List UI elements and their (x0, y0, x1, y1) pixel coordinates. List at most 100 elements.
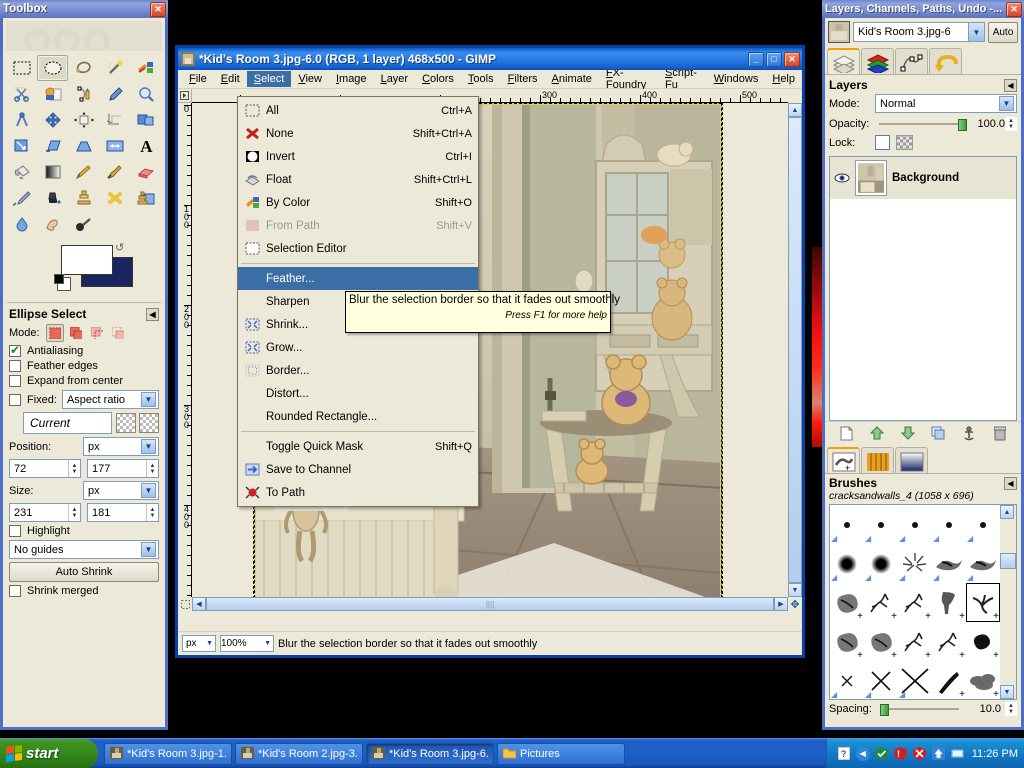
fixed-aspect-select[interactable]: Aspect ratio ▼ (61, 390, 159, 409)
menu-item-save-to-channel[interactable]: Save to Channel (238, 458, 478, 481)
blend-mode-select[interactable]: Normal ▼ (875, 94, 1017, 113)
menu-item-to-path[interactable]: To Path (238, 481, 478, 504)
menu-select[interactable]: Select (246, 71, 292, 87)
spacing-knob[interactable] (879, 704, 889, 716)
minimize-button[interactable]: _ (748, 51, 764, 67)
menu-item-all[interactable]: All Ctrl+A (238, 99, 478, 122)
size-height-stepper[interactable]: ▲ ▼ (146, 504, 158, 521)
brush-cell[interactable]: + (864, 622, 898, 661)
position-x-stepper[interactable]: ▲ ▼ (68, 460, 80, 477)
brush-cell[interactable]: ◢ (966, 544, 1000, 583)
brush-scroll-thumb[interactable] (1000, 553, 1016, 569)
highlight-checkbox[interactable] (9, 525, 21, 537)
blur-sharpen-tool[interactable] (6, 211, 37, 237)
lower-layer-icon[interactable] (899, 425, 917, 441)
menu-item-by-color[interactable]: By Color Shift+O (238, 191, 478, 214)
landscape-orientation-button[interactable] (139, 413, 159, 433)
menu-item-feather[interactable]: Feather... (238, 267, 478, 290)
unit-select[interactable]: px ▼ (182, 635, 216, 652)
opacity-stepper[interactable]: ▲ ▼ (1005, 117, 1017, 131)
raise-layer-icon[interactable] (868, 425, 886, 441)
brush-cell[interactable]: ◢ (932, 505, 966, 544)
eye-icon[interactable] (834, 172, 850, 184)
crop-tool[interactable] (100, 107, 131, 133)
auto-shrink-button[interactable]: Auto Shrink (9, 562, 159, 582)
by-color-select-tool[interactable] (131, 55, 162, 81)
menu-item-from-path[interactable]: From Path Shift+V (238, 214, 478, 237)
color-area[interactable]: ↺ (3, 241, 165, 299)
opacity-slider[interactable] (879, 119, 967, 131)
delete-layer-icon[interactable] (991, 425, 1009, 441)
gradients-tab[interactable] (895, 447, 928, 473)
vertical-ruler[interactable]: 0 100 200 300 400 (178, 103, 192, 597)
brushes-panel-menu-icon[interactable]: ◀ (1004, 476, 1017, 490)
brush-cell[interactable]: + (830, 583, 864, 622)
shrink-merged-row[interactable]: Shrink merged (9, 585, 159, 597)
mode-subtract-button[interactable] (88, 324, 106, 342)
brush-cell[interactable]: + (898, 622, 932, 661)
brush-cell[interactable]: ◢ (830, 661, 864, 700)
menu-item-toggle-quick-mask[interactable]: Toggle Quick Mask Shift+Q (238, 435, 478, 458)
brushes-tab[interactable]: + (827, 447, 860, 473)
expand-from-center-checkbox[interactable] (9, 375, 21, 387)
expand-from-center-row[interactable]: Expand from center (9, 375, 159, 387)
menu-image[interactable]: Image (329, 71, 374, 87)
menu-item-float[interactable]: Float Shift+Ctrl+L (238, 168, 478, 191)
menu-item-grow[interactable]: Grow... (238, 336, 478, 359)
size-width-input[interactable]: 231 ▲ ▼ (9, 503, 81, 522)
start-button[interactable]: start (0, 738, 98, 768)
new-layer-icon[interactable] (837, 425, 855, 441)
free-select-tool[interactable] (68, 55, 99, 81)
brush-grid-container[interactable]: ◢ ◢ ◢ ◢ ◢ ◢ ◢ ◢ ◢ ◢ + + + + + + + + + + ◢ ◢ ◢ + + ▲ ▼ (829, 504, 1017, 700)
brush-cell[interactable]: + (966, 661, 1000, 700)
shield-icon[interactable] (875, 747, 889, 761)
guides-select[interactable]: No guides ▼ (9, 540, 159, 559)
navigation-preview-button[interactable]: ✥ (788, 597, 802, 611)
foreground-select-tool[interactable] (37, 81, 68, 107)
scroll-down-button[interactable]: ▼ (788, 583, 802, 597)
close-button[interactable]: ✕ (784, 51, 800, 67)
antialiasing-checkbox[interactable] (9, 343, 21, 357)
security-alert-icon[interactable]: ! (894, 747, 908, 761)
maximize-button[interactable]: □ (766, 51, 782, 67)
vertical-scrollbar[interactable]: ▲ ▼ (788, 103, 802, 597)
network-icon[interactable] (951, 747, 965, 761)
position-x-input[interactable]: 72 ▲ ▼ (9, 459, 81, 478)
brush-cell[interactable]: + (898, 583, 932, 622)
mode-add-button[interactable] (67, 324, 85, 342)
image-select-combo[interactable]: Kid's Room 3.jpg-6 ▼ (853, 22, 985, 42)
brush-cell[interactable]: + (966, 622, 1000, 661)
mode-intersect-button[interactable] (109, 324, 127, 342)
dodge-burn-tool[interactable] (68, 211, 99, 237)
position-y-input[interactable]: 177 ▲ ▼ (87, 459, 159, 478)
reset-colors-icon[interactable] (54, 274, 71, 291)
menu-colors[interactable]: Colors (415, 71, 461, 87)
layers-tab[interactable] (827, 48, 860, 74)
size-height-input[interactable]: 181 ▲ ▼ (87, 503, 159, 522)
color-picker-tool[interactable] (100, 81, 131, 107)
brush-cell[interactable]: ◢ (830, 544, 864, 583)
virus-icon[interactable] (913, 747, 927, 761)
brush-cell[interactable]: ◢ (898, 661, 932, 700)
align-tool[interactable] (68, 107, 99, 133)
vertical-scroll-thumb[interactable] (788, 117, 802, 583)
heal-tool[interactable] (100, 185, 131, 211)
airbrush-tool[interactable] (6, 185, 37, 211)
menu-item-none[interactable]: None Shift+Ctrl+A (238, 122, 478, 145)
taskbar-item[interactable]: *Kid's Room 2.jpg-3.... (235, 742, 363, 765)
brush-scrollbar[interactable]: ▲ ▼ (1000, 505, 1016, 699)
brush-cell[interactable]: ◢ (966, 505, 1000, 544)
flip-tool[interactable] (100, 133, 131, 159)
perspective-clone-tool[interactable] (131, 185, 162, 211)
brush-cell[interactable]: ◢ (864, 505, 898, 544)
paintbrush-tool[interactable] (100, 159, 131, 185)
taskbar-item[interactable]: Pictures (497, 742, 625, 765)
scroll-right-button[interactable]: ▶ (774, 597, 788, 611)
zoom-tool[interactable] (131, 81, 162, 107)
swap-colors-icon[interactable]: ↺ (115, 241, 124, 254)
shrink-merged-checkbox[interactable] (9, 585, 21, 597)
paths-tab[interactable] (895, 48, 928, 74)
horizontal-scroll-thumb[interactable]: |||| (206, 597, 774, 611)
taskbar-item[interactable]: *Kid's Room 3.jpg-6.... (366, 742, 494, 765)
chevron-down-icon[interactable]: ▼ (968, 23, 984, 41)
